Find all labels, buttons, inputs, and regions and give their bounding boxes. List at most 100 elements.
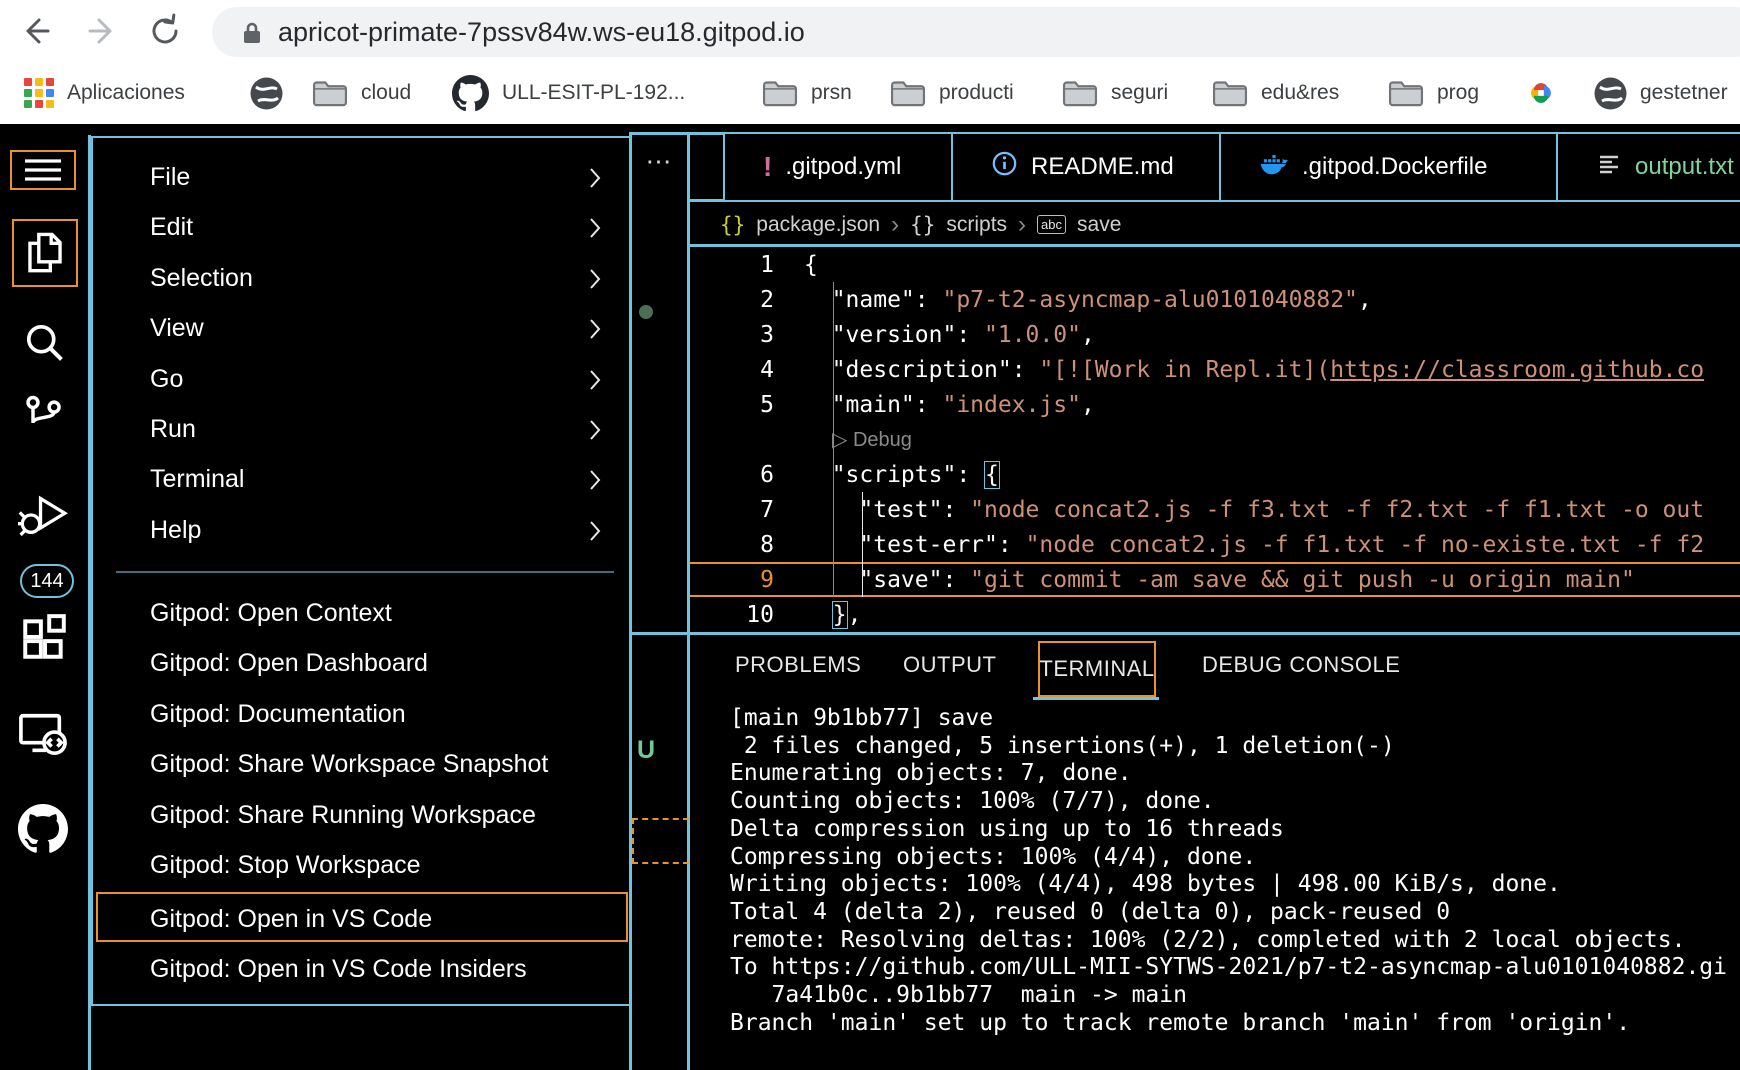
terminal-line: Compressing objects: 100% (4/4), done. bbox=[730, 844, 1740, 872]
code-line[interactable]: 2 "name": "p7-t2-asyncmap-alu0101040882"… bbox=[690, 282, 1740, 317]
info-icon bbox=[991, 150, 1018, 184]
git-modified-dot bbox=[639, 305, 653, 319]
menu-item-gitpod-share-running[interactable]: Gitpod: Share Running Workspace bbox=[93, 798, 629, 832]
code-line[interactable]: 7 "test": "node concat2.js -f f3.txt -f … bbox=[690, 492, 1740, 527]
bookmark-github[interactable]: ULL-ESIT-PL-192... bbox=[452, 62, 685, 124]
breadcrumb-file[interactable]: package.json bbox=[756, 213, 880, 237]
folder-icon bbox=[890, 79, 926, 108]
menu-item-gitpod-open-dashboard[interactable]: Gitpod: Open Dashboard bbox=[93, 646, 629, 680]
terminal-line: 2 files changed, 5 insertions(+), 1 dele… bbox=[730, 733, 1740, 761]
activity-run-debug[interactable] bbox=[18, 490, 70, 540]
code-line[interactable]: 1 { bbox=[690, 247, 1740, 282]
activity-explorer[interactable] bbox=[12, 219, 78, 287]
active-panel-tab-indicator bbox=[1033, 697, 1159, 700]
menu-item-edit[interactable]: Edit bbox=[93, 210, 629, 244]
output-list-icon bbox=[1596, 153, 1622, 182]
apps-grid-icon bbox=[24, 78, 54, 108]
bookmark-photos[interactable] bbox=[1524, 62, 1558, 124]
terminal-output[interactable]: [main 9b1bb77] save 2 files changed, 5 i… bbox=[730, 705, 1740, 1065]
bookmark-prsn[interactable]: prsn bbox=[762, 62, 852, 124]
menu-item-run[interactable]: Run bbox=[93, 412, 629, 446]
chevron-right-icon: › bbox=[1018, 211, 1026, 239]
forward-arrow-icon bbox=[82, 12, 120, 50]
panel-tab-terminal[interactable]: TERMINAL bbox=[1038, 641, 1156, 697]
back-button[interactable] bbox=[18, 12, 56, 50]
submenu-chevron-icon bbox=[585, 417, 605, 443]
submenu-chevron-icon bbox=[585, 518, 605, 544]
menu-item-gitpod-open-vscode-insiders[interactable]: Gitpod: Open in VS Code Insiders bbox=[93, 952, 629, 986]
screen: apricot-primate-7pssv84w.ws-eu18.gitpod.… bbox=[0, 0, 1740, 1070]
submenu-chevron-icon bbox=[585, 467, 605, 493]
activity-search[interactable] bbox=[22, 320, 66, 364]
codelens-debug[interactable]: ▷ Debug bbox=[690, 422, 1740, 457]
git-untracked-badge: U bbox=[637, 736, 655, 765]
url-bar[interactable]: apricot-primate-7pssv84w.ws-eu18.gitpod.… bbox=[212, 7, 1740, 57]
list-focus-outline bbox=[632, 818, 689, 864]
bookmark-cloud[interactable]: cloud bbox=[312, 62, 411, 124]
code-line[interactable]: 10 }, bbox=[690, 597, 1740, 632]
breadcrumb-section[interactable]: scripts bbox=[946, 213, 1007, 237]
tab-label: .gitpod.Dockerfile bbox=[1302, 153, 1487, 181]
terminal-line: Enumerating objects: 7, done. bbox=[730, 760, 1740, 788]
editor-code-area[interactable]: 1 { 2 "name": "p7-t2-asyncmap-alu0101040… bbox=[690, 247, 1740, 632]
menu-item-gitpod-stop-workspace[interactable]: Gitpod: Stop Workspace bbox=[93, 848, 629, 882]
bookmark-seguri[interactable]: seguri bbox=[1062, 62, 1168, 124]
menu-item-gitpod-open-context[interactable]: Gitpod: Open Context bbox=[93, 596, 629, 630]
bookmark-apps[interactable]: Aplicaciones bbox=[24, 62, 185, 124]
terminal-line: Writing objects: 100% (4/4), 498 bytes |… bbox=[730, 871, 1740, 899]
reload-button[interactable] bbox=[146, 12, 184, 50]
panel-tab-problems[interactable]: PROBLEMS bbox=[735, 648, 861, 682]
github-icon bbox=[452, 75, 489, 112]
forward-button[interactable] bbox=[82, 12, 120, 50]
bookmark-globe[interactable] bbox=[250, 62, 283, 124]
menu-item-file[interactable]: File bbox=[93, 160, 629, 194]
activity-extensions[interactable] bbox=[18, 612, 70, 664]
menu-item-view[interactable]: View bbox=[93, 311, 629, 345]
explorer-icon bbox=[22, 230, 68, 276]
tab-overflow-ellipsis[interactable]: ⋯ bbox=[632, 146, 687, 177]
code-line[interactable]: 3 "version": "1.0.0", bbox=[690, 317, 1740, 352]
source-control-icon bbox=[22, 394, 66, 444]
menu-item-help[interactable]: Help bbox=[93, 513, 629, 547]
breadcrumb-item[interactable]: save bbox=[1077, 213, 1121, 237]
panel-tab-output[interactable]: OUTPUT bbox=[903, 648, 996, 682]
code-line-current[interactable]: 9 "save": "git commit -am save && git pu… bbox=[690, 562, 1740, 597]
indent-guide bbox=[833, 282, 834, 596]
tab-label: README.md bbox=[1031, 153, 1174, 181]
hamburger-icon bbox=[23, 158, 63, 182]
activity-source-control[interactable] bbox=[22, 394, 66, 444]
indent-guide-active bbox=[862, 492, 863, 597]
bookmark-edures[interactable]: edu&res bbox=[1212, 62, 1339, 124]
menu-item-gitpod-documentation[interactable]: Gitpod: Documentation bbox=[93, 697, 629, 731]
terminal-line: 7a41b0c..9b1bb77 main -> main bbox=[730, 982, 1740, 1010]
panel-tab-debug-console[interactable]: DEBUG CONSOLE bbox=[1202, 648, 1400, 682]
tab-output-txt[interactable]: output.txt bbox=[1556, 134, 1740, 200]
yaml-warning-icon: ! bbox=[763, 151, 772, 183]
json-braces-icon: {} bbox=[720, 213, 745, 237]
bookmark-gestetner[interactable]: gestetner bbox=[1594, 62, 1728, 124]
focused-menu-item-outline bbox=[96, 892, 628, 942]
github-icon bbox=[18, 804, 68, 854]
tab-gitpod-yml[interactable]: ! .gitpod.yml bbox=[723, 134, 951, 200]
submenu-chevron-icon bbox=[585, 266, 605, 292]
code-line[interactable]: 6 "scripts": { bbox=[690, 457, 1740, 492]
chevron-right-icon: › bbox=[891, 211, 899, 239]
bookmark-producti[interactable]: producti bbox=[890, 62, 1014, 124]
code-line[interactable]: 8 "test-err": "node concat2.js -f f1.txt… bbox=[690, 527, 1740, 562]
browser-navbar: apricot-primate-7pssv84w.ws-eu18.gitpod.… bbox=[0, 0, 1740, 62]
tab-readme-md[interactable]: README.md bbox=[951, 134, 1219, 200]
terminal-line: remote: Resolving deltas: 100% (2/2), co… bbox=[730, 927, 1740, 955]
activity-github[interactable] bbox=[18, 804, 68, 854]
menu-item-selection[interactable]: Selection bbox=[93, 261, 629, 295]
code-line[interactable]: 4 "description": "[![Work in Repl.it](ht… bbox=[690, 352, 1740, 387]
code-line[interactable]: 5 "main": "index.js", bbox=[690, 387, 1740, 422]
menu-item-gitpod-share-snapshot[interactable]: Gitpod: Share Workspace Snapshot bbox=[93, 747, 629, 781]
tab-gitpod-dockerfile[interactable]: .gitpod.Dockerfile bbox=[1219, 134, 1556, 200]
menu-button[interactable] bbox=[10, 150, 76, 190]
bookmark-prog[interactable]: prog bbox=[1388, 62, 1479, 124]
submenu-chevron-icon bbox=[585, 316, 605, 342]
folder-icon bbox=[312, 79, 348, 108]
activity-remote-explorer[interactable] bbox=[17, 708, 69, 760]
menu-item-terminal[interactable]: Terminal bbox=[93, 462, 629, 496]
menu-item-go[interactable]: Go bbox=[93, 362, 629, 396]
